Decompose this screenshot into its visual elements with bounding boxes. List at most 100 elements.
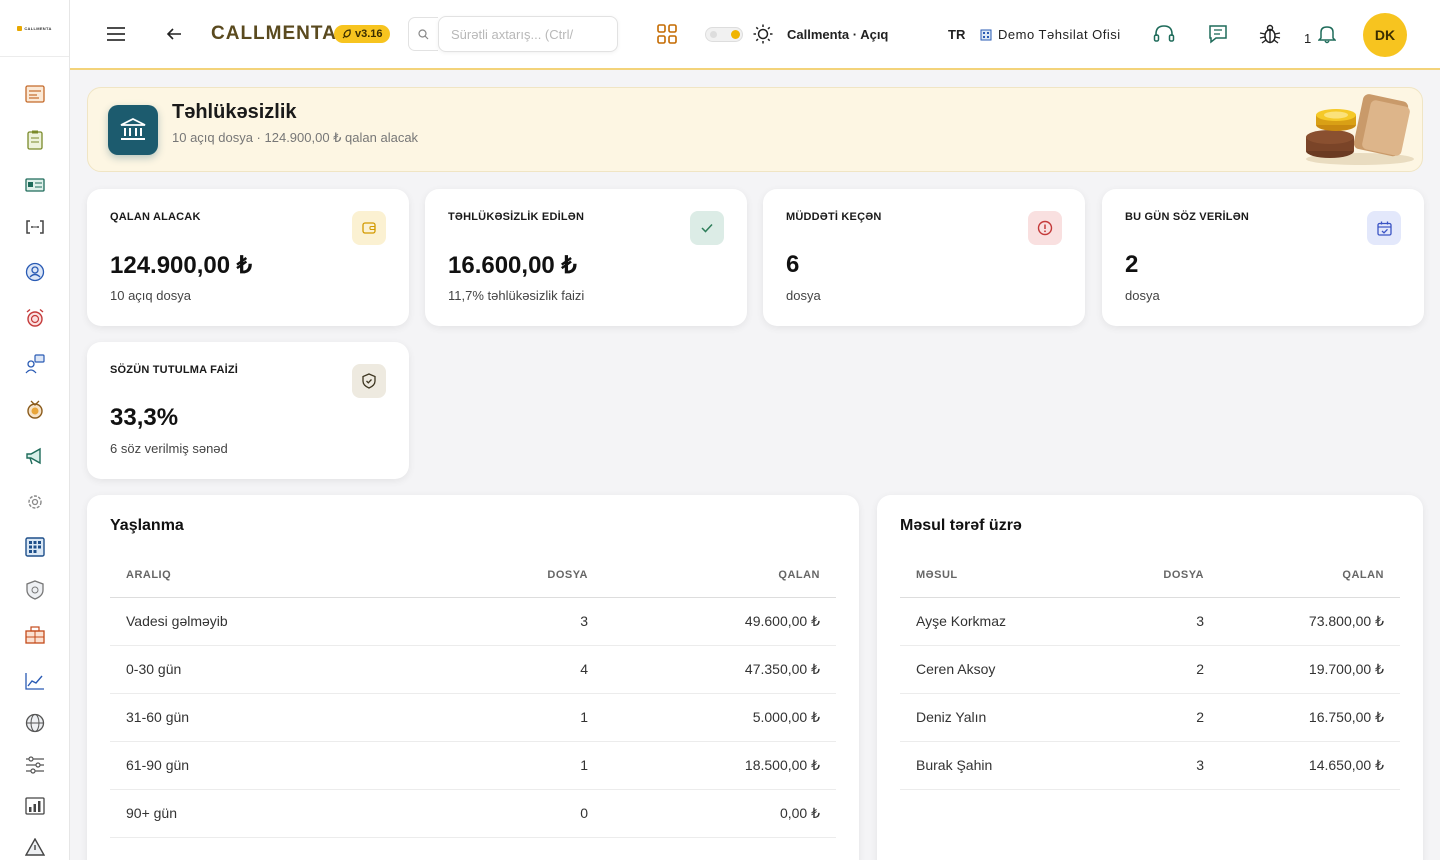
responsible-cell: Ayşe Korkmaz — [900, 597, 1100, 646]
warning-triangle-icon[interactable] — [24, 836, 46, 858]
kpi-card-remaining: QALAN ALACAK 124.900,00 ₺ 10 açıq dosya — [87, 189, 409, 326]
range-cell: 0-30 gün — [110, 645, 470, 694]
sun-icon[interactable] — [753, 0, 773, 68]
aging-table: ARALIQ DOSYA QALAN Vadesi gəlməyib 3 49.60… — [110, 553, 836, 838]
logo-text: CALLMENTA — [24, 25, 52, 31]
kpi-value: 33,3% — [110, 404, 179, 431]
responsible-panel: Məsul tərəf üzrə MƏSUL DOSYA QALAN Ayşe … — [877, 495, 1423, 860]
kpi-subtext: dosya — [1125, 288, 1160, 303]
id-card-icon[interactable] — [24, 174, 46, 196]
dashboard-icon[interactable] — [24, 83, 46, 105]
table-row[interactable]: Ceren Aksoy 2 19.700,00 ₺ — [900, 645, 1400, 694]
medal-icon[interactable] — [24, 399, 46, 421]
kpi-card-overdue: MÜDDƏTİ KEÇƏN 6 dosya — [763, 189, 1085, 326]
office-name: Demo Təhsilat Ofisi — [998, 26, 1121, 42]
theme-toggle[interactable] — [705, 27, 743, 42]
building-icon[interactable] — [24, 624, 46, 646]
messages-icon[interactable] — [1208, 0, 1228, 68]
office-selector[interactable]: Demo Təhsilat Ofisi — [980, 0, 1121, 68]
amount-cell: 5.000,00 ₺ — [604, 693, 836, 742]
table-row[interactable]: Burak Şahin 3 14.650,00 ₺ — [900, 741, 1400, 790]
bank-icon — [108, 105, 158, 155]
bug-report-icon[interactable] — [1259, 0, 1281, 68]
office-building-icon — [980, 29, 992, 41]
amount-cell: 14.650,00 ₺ — [1220, 741, 1400, 790]
kpi-card-promise-kept-rate: SÖZÜN TUTULMA FAİZİ 33,3% 6 söz verilmiş… — [87, 342, 409, 479]
count-cell: 3 — [1100, 741, 1220, 790]
notification-count-label: 1 — [1304, 30, 1312, 46]
page-subtitle: 10 açıq dosya · 124.900,00 ₺ qalan alaca… — [172, 130, 419, 145]
language-switch[interactable]: TR — [948, 0, 965, 68]
range-cell: 61-90 gün — [110, 741, 470, 790]
table-row[interactable]: Deniz Yalın 2 16.750,00 ₺ — [900, 693, 1400, 742]
responsible-table: MƏSUL DOSYA QALAN Ayşe Korkmaz 3 73.800,00… — [900, 553, 1400, 790]
alarm-clock-icon[interactable] — [24, 307, 46, 329]
quick-search-input[interactable] — [438, 16, 618, 52]
count-cell: 3 — [470, 597, 604, 646]
kpi-subtext: 6 söz verilmiş sənəd — [110, 441, 228, 456]
code-brackets-icon[interactable] — [24, 216, 46, 238]
kpi-subtext: 10 açıq dosya — [110, 288, 191, 303]
user-target-icon[interactable] — [24, 261, 46, 283]
table-row[interactable]: 90+ gün 0 0,00 ₺ — [110, 789, 836, 838]
shield-check-icon — [352, 364, 386, 398]
sliders-icon[interactable] — [24, 754, 46, 776]
table-row[interactable]: 61-90 gün 1 18.500,00 ₺ — [110, 741, 836, 790]
kpi-label: SÖZÜN TUTULMA FAİZİ — [110, 364, 239, 376]
user-avatar[interactable]: DK — [1363, 13, 1407, 57]
globe-icon[interactable] — [24, 712, 46, 734]
page-header-banner: Təhlükəsizlik 10 açıq dosya · 124.900,00… — [87, 87, 1423, 172]
bell-icon[interactable] — [1318, 0, 1336, 68]
column-header-remaining[interactable]: QALAN — [604, 553, 836, 598]
megaphone-icon[interactable] — [24, 445, 46, 467]
column-header-responsible[interactable]: MƏSUL — [900, 553, 1100, 598]
table-row[interactable]: Ayşe Korkmaz 3 73.800,00 ₺ — [900, 597, 1400, 646]
count-cell: 2 — [1100, 693, 1220, 742]
headset-icon[interactable] — [1153, 0, 1175, 68]
kpi-value: 2 — [1125, 251, 1139, 278]
amount-cell: 19.700,00 ₺ — [1220, 645, 1400, 694]
kpi-subtext: 11,7% təhlükəsizlik faizi — [448, 288, 585, 303]
responsible-title: Məsul tərəf üzrə — [900, 517, 1022, 534]
column-header-count[interactable]: DOSYA — [470, 553, 604, 598]
count-cell: 3 — [1100, 597, 1220, 646]
check-icon — [690, 211, 724, 245]
table-header-row: MƏSUL DOSYA QALAN — [900, 553, 1400, 598]
brand-name[interactable]: CALLMENTA — [211, 0, 337, 68]
count-cell: 2 — [1100, 645, 1220, 694]
table-header-row: ARALIQ DOSYA QALAN — [110, 553, 836, 598]
apps-grid-icon[interactable] — [657, 0, 677, 68]
kpi-label: MÜDDƏTİ KEÇƏN — [786, 211, 882, 223]
amount-cell: 73.800,00 ₺ — [1220, 597, 1400, 646]
bar-chart-icon[interactable] — [24, 795, 46, 817]
kpi-value: 16.600,00 ₺ — [448, 252, 577, 279]
menu-icon[interactable] — [106, 0, 126, 68]
sidebar-logo[interactable]: CALLMENTA — [0, 0, 69, 57]
back-arrow-icon[interactable] — [166, 0, 182, 68]
table-row[interactable]: 31-60 gün 1 5.000,00 ₺ — [110, 693, 836, 742]
kpi-card-promised-today: BU GÜN SÖZ VERİLƏN 2 dosya — [1102, 189, 1424, 326]
amount-cell: 16.750,00 ₺ — [1220, 693, 1400, 742]
grid-calendar-icon[interactable] — [24, 536, 46, 558]
table-row[interactable]: Vadesi gəlməyib 3 49.600,00 ₺ — [110, 597, 836, 646]
search-icon[interactable] — [408, 17, 438, 51]
clipboard-icon[interactable] — [24, 129, 46, 151]
status-indicator: Callmenta · Açıq — [787, 0, 888, 68]
amount-cell: 0,00 ₺ — [604, 789, 836, 838]
column-header-range[interactable]: ARALIQ — [110, 553, 470, 598]
shield-icon[interactable] — [24, 579, 46, 601]
amount-cell: 47.350,00 ₺ — [604, 645, 836, 694]
table-row[interactable]: 0-30 gün 4 47.350,00 ₺ — [110, 645, 836, 694]
column-header-remaining[interactable]: QALAN — [1220, 553, 1400, 598]
responsible-cell: Burak Şahin — [900, 741, 1100, 790]
page-title: Təhlükəsizlik — [172, 101, 297, 123]
line-chart-icon[interactable] — [24, 670, 46, 692]
user-chat-icon[interactable] — [24, 353, 46, 375]
range-cell: 31-60 gün — [110, 693, 470, 742]
amount-cell: 49.600,00 ₺ — [604, 597, 836, 646]
count-cell: 4 — [470, 645, 604, 694]
version-badge: v3.16 — [334, 0, 390, 68]
column-header-count[interactable]: DOSYA — [1100, 553, 1220, 598]
settings-gear-icon[interactable] — [24, 491, 46, 513]
version-label: v3.16 — [355, 28, 383, 40]
